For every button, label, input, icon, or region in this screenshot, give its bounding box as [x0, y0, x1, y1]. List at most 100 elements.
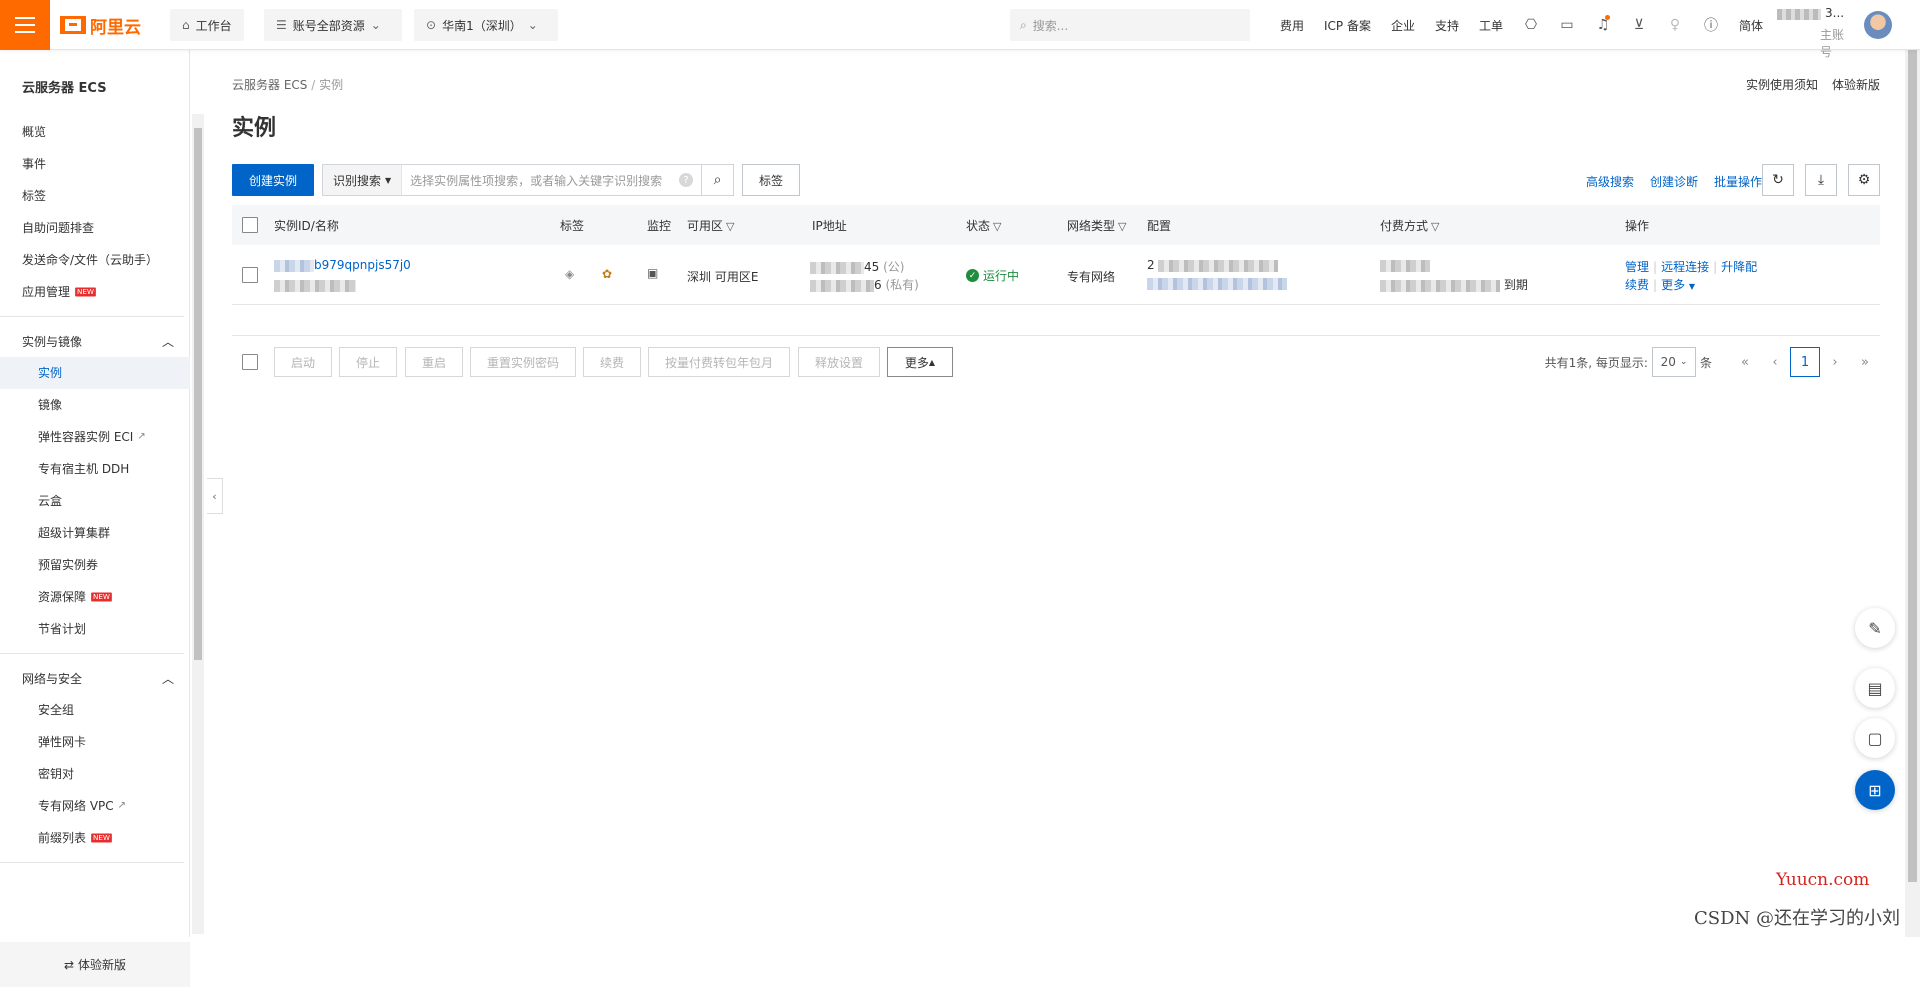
manage-link[interactable]: 管理: [1625, 260, 1649, 274]
select-all-checkbox-bottom[interactable]: [242, 354, 258, 370]
filter-icon[interactable]: ▽: [993, 220, 1001, 233]
workbench-button[interactable]: ⌂ 工作台: [170, 9, 244, 41]
try-new-version-link[interactable]: 体验新版: [1832, 76, 1880, 93]
restart-button[interactable]: 重启: [405, 347, 463, 377]
global-search-input[interactable]: ⌕ 搜索...: [1010, 9, 1250, 41]
docs-button[interactable]: ▤: [1855, 668, 1895, 708]
instance-id-link[interactable]: b979qpnpjs57j0: [274, 258, 411, 272]
filter-icon[interactable]: ▽: [1118, 220, 1126, 233]
cart-icon[interactable]: ⊻: [1621, 17, 1657, 33]
sidebar-item-troubleshoot[interactable]: 自助问题排查: [0, 212, 190, 244]
breadcrumb-root[interactable]: 云服务器 ECS: [232, 78, 307, 92]
apps-button[interactable]: ⊞: [1855, 770, 1895, 810]
link-ticket[interactable]: 工单: [1469, 17, 1513, 34]
edit-feedback-button[interactable]: ✎: [1855, 608, 1895, 648]
start-button[interactable]: 启动: [274, 347, 332, 377]
sidebar-item-ddh[interactable]: 专有宿主机 DDH: [0, 453, 190, 485]
aliyun-logo[interactable]: 阿里云: [60, 13, 141, 38]
cloud-monitor-icon[interactable]: ✿: [602, 267, 612, 281]
lightbulb-icon[interactable]: ♀: [1657, 17, 1693, 33]
page-scrollbar-thumb[interactable]: [1908, 12, 1917, 882]
page-size-select[interactable]: 20 ⌄: [1651, 347, 1696, 377]
instance-usage-notice-link[interactable]: 实例使用须知: [1746, 76, 1818, 93]
sidebar-item-savings-plan[interactable]: 节省计划: [0, 613, 190, 645]
sidebar-group-network-security[interactable]: 网络与安全 ︿: [0, 662, 190, 694]
sidebar-item-keypair[interactable]: 密钥对: [0, 758, 190, 790]
remote-connect-link[interactable]: 远程连接: [1661, 260, 1709, 274]
reset-password-button[interactable]: 重置实例密码: [470, 347, 576, 377]
sidebar-item-images[interactable]: 镜像: [0, 389, 190, 421]
sidebar-item-cloudbox[interactable]: 云盒: [0, 485, 190, 517]
account-menu[interactable]: 3... 主账号: [1775, 6, 1855, 59]
cloud-shell-icon[interactable]: ⎔: [1513, 17, 1549, 33]
row-checkbox[interactable]: [242, 267, 258, 283]
search-button[interactable]: ⌕: [701, 165, 733, 195]
advanced-search-link[interactable]: 高级搜索: [1586, 173, 1634, 190]
download-button[interactable]: ⤓: [1805, 164, 1837, 196]
resources-dropdown[interactable]: ☰ 账号全部资源 ⌄: [264, 9, 402, 41]
first-page-button[interactable]: «: [1730, 347, 1760, 377]
link-fees[interactable]: 费用: [1270, 17, 1314, 34]
sidebar-group-label: 实例与镜像: [22, 334, 83, 349]
lang-switch[interactable]: 简体: [1729, 17, 1773, 34]
sidebar-item-reserved[interactable]: 预留实例券: [0, 549, 190, 581]
terminal-icon[interactable]: ▭: [1549, 17, 1585, 33]
monitor-icon[interactable]: ▣: [647, 266, 658, 280]
bell-icon[interactable]: ♫: [1585, 15, 1621, 33]
tag-icon[interactable]: ◈: [565, 267, 574, 281]
sidebar-scrollbar-thumb[interactable]: [194, 128, 202, 660]
sidebar-item-prefix-list[interactable]: 前缀列表 NEW: [0, 822, 190, 854]
sidebar-item-security-group[interactable]: 安全组: [0, 694, 190, 726]
stop-button[interactable]: 停止: [339, 347, 397, 377]
page-button-current[interactable]: 1: [1790, 347, 1820, 377]
change-spec-link[interactable]: 升降配: [1721, 260, 1757, 274]
filter-icon[interactable]: ▽: [726, 220, 734, 233]
convert-billing-button[interactable]: 按量付费转包年包月: [648, 347, 790, 377]
create-diagnosis-link[interactable]: 创建诊断: [1650, 173, 1698, 190]
sidebar-item-eci[interactable]: 弹性容器实例 ECI ↗: [0, 421, 190, 453]
more-button[interactable]: 更多 ▲: [887, 347, 953, 377]
sidebar-item-eni[interactable]: 弹性网卡: [0, 726, 190, 758]
refresh-button[interactable]: ↻: [1762, 164, 1794, 196]
help-icon[interactable]: ⓘ: [1693, 15, 1729, 35]
config-link[interactable]: [1147, 276, 1287, 290]
chat-button[interactable]: ▢: [1855, 718, 1895, 758]
last-page-button[interactable]: »: [1850, 347, 1880, 377]
help-icon[interactable]: ?: [679, 173, 693, 187]
filter-icon[interactable]: ▽: [1431, 220, 1439, 233]
settings-button[interactable]: ⚙: [1848, 164, 1880, 196]
select-all-checkbox[interactable]: [242, 217, 258, 233]
link-icp[interactable]: ICP 备案: [1314, 17, 1381, 34]
link-enterprise[interactable]: 企业: [1381, 17, 1425, 34]
avatar[interactable]: [1864, 11, 1892, 39]
prev-page-button[interactable]: ‹: [1760, 347, 1790, 377]
create-instance-button[interactable]: 创建实例: [232, 164, 314, 196]
try-new-version-button[interactable]: ⇄ 体验新版: [0, 942, 190, 987]
search-mode-select[interactable]: 识别搜索 ▼: [323, 165, 403, 195]
next-page-button[interactable]: ›: [1820, 347, 1850, 377]
search-input[interactable]: 选择实例属性项搜索，或者输入关键字识别搜索 ?: [402, 165, 701, 195]
tag-filter-button[interactable]: 标签: [742, 164, 800, 196]
release-settings-button[interactable]: 释放设置: [798, 347, 880, 377]
link-support[interactable]: 支持: [1425, 17, 1469, 34]
sidebar-item-events[interactable]: 事件: [0, 148, 190, 180]
sidebar-item-overview[interactable]: 概览: [0, 116, 190, 148]
sidebar-item-instances[interactable]: 实例: [0, 357, 190, 389]
renew-button[interactable]: 续费: [583, 347, 641, 377]
region-dropdown[interactable]: ⊙ 华南1（深圳） ⌄: [414, 9, 558, 41]
sidebar-item-capacity[interactable]: 资源保障 NEW: [0, 581, 190, 613]
menu-icon[interactable]: [0, 0, 50, 50]
sidebar-collapse-button[interactable]: ‹: [207, 478, 223, 514]
renew-link[interactable]: 续费: [1625, 278, 1649, 292]
page-scrollbar[interactable]: [1905, 0, 1920, 937]
sidebar-item-app-management[interactable]: 应用管理 NEW: [0, 276, 190, 308]
sidebar-item-tags[interactable]: 标签: [0, 180, 190, 212]
more-actions-dropdown[interactable]: 更多 ▼: [1661, 278, 1695, 292]
batch-operation-link[interactable]: 批量操作: [1714, 173, 1762, 190]
sidebar-group-instances-images[interactable]: 实例与镜像 ︿: [0, 325, 190, 357]
sidebar-item-vpc[interactable]: 专有网络 VPC ↗: [0, 790, 190, 822]
sidebar-item-scc[interactable]: 超级计算集群: [0, 517, 190, 549]
divider: [0, 862, 184, 863]
billing-date-redacted: [1380, 279, 1500, 292]
sidebar-item-send-command[interactable]: 发送命令/文件（云助手）: [0, 244, 190, 276]
